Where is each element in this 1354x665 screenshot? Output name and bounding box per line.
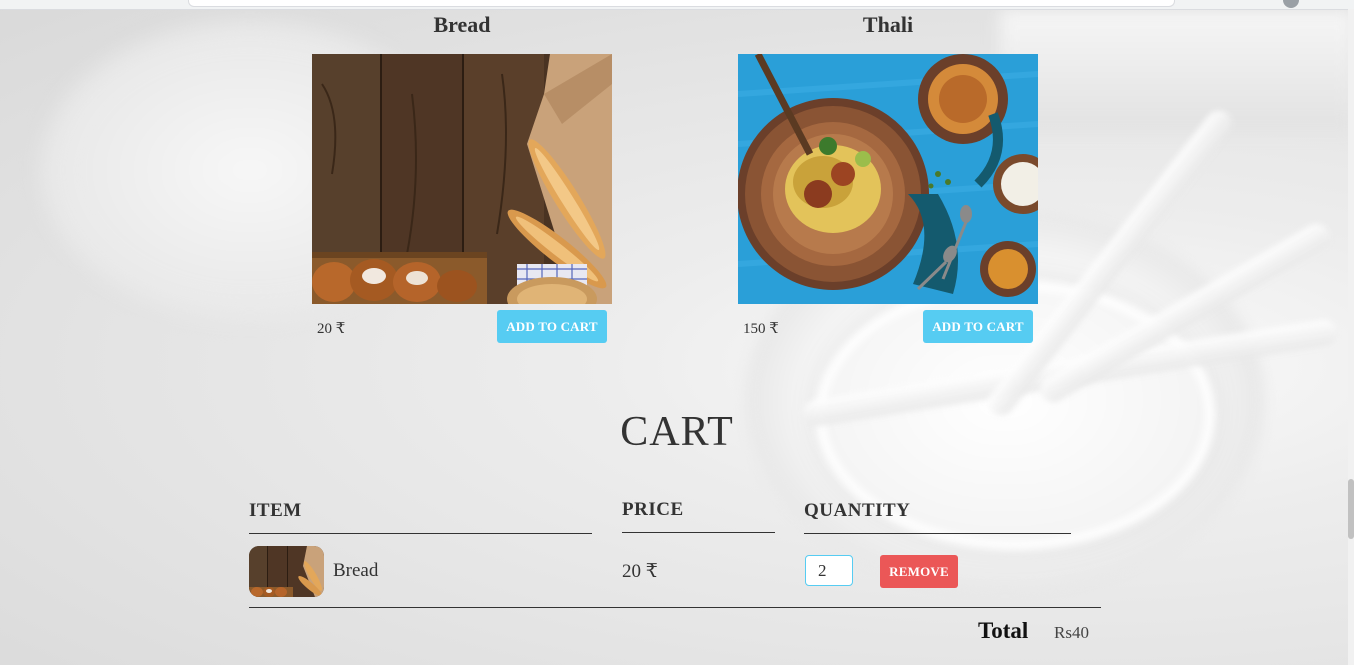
product-footer: 20 ₹ ADD TO CART <box>312 309 612 349</box>
cart-row-divider <box>249 607 1101 608</box>
cart-header-item: ITEM <box>249 500 592 534</box>
cart-item-price: 20 ₹ <box>622 561 658 582</box>
cart-item-name: Bread <box>333 560 379 581</box>
bread-photo <box>312 54 612 304</box>
remove-button[interactable]: REMOVE <box>880 555 958 588</box>
cart-header-quantity: QUANTITY <box>804 500 1071 534</box>
product-title: Thali <box>862 12 914 37</box>
cart-total-label: Total <box>978 618 1029 643</box>
address-bar[interactable] <box>188 0 1175 7</box>
scrollbar-thumb[interactable] <box>1348 479 1354 539</box>
cart-total-value: Rs40 <box>1054 623 1089 642</box>
page-content: Bread 20 ₹ ADD TO CART Thali 150 ₹ ADD T… <box>0 0 1354 665</box>
browser-toolbar <box>0 0 1354 10</box>
product-title: Bread <box>433 12 491 37</box>
product-price: 20 ₹ <box>317 321 346 337</box>
bread-thumbnail <box>249 546 324 597</box>
cart-row: Bread 20 ₹ REMOVE <box>249 546 1101 608</box>
product-price: 150 ₹ <box>743 321 779 337</box>
scrollbar[interactable] <box>1348 9 1354 665</box>
cart-header-price: PRICE <box>622 499 775 533</box>
thali-photo <box>738 54 1038 304</box>
quantity-input[interactable] <box>805 555 853 586</box>
add-to-cart-button[interactable]: ADD TO CART <box>923 310 1033 343</box>
add-to-cart-button[interactable]: ADD TO CART <box>497 310 607 343</box>
product-card: Bread 20 ₹ ADD TO CART <box>312 10 612 349</box>
product-footer: 150 ₹ ADD TO CART <box>738 309 1038 349</box>
cart-title: CART <box>620 409 734 455</box>
product-card: Thali 150 ₹ ADD TO CART <box>738 10 1038 349</box>
profile-icon[interactable] <box>1283 0 1299 8</box>
